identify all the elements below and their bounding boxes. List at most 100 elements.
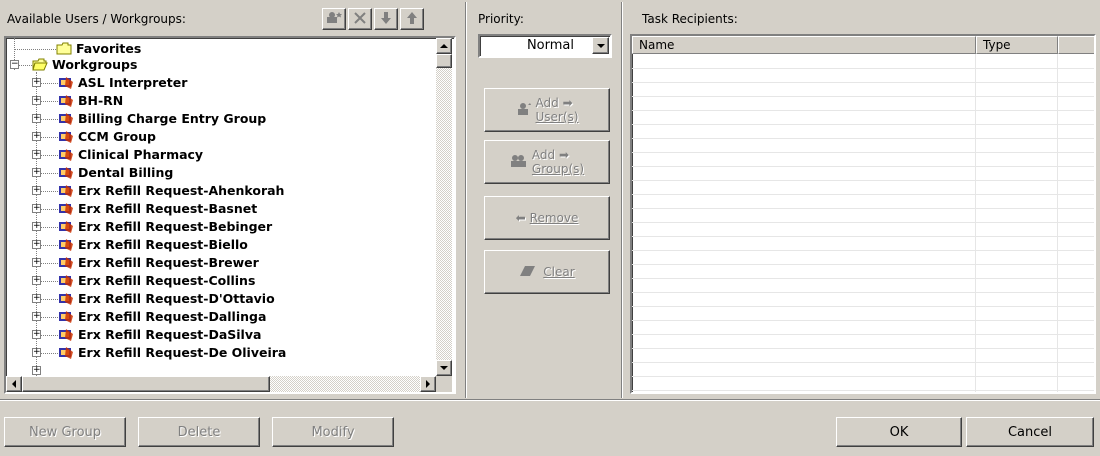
expand-toggle[interactable]: +	[32, 168, 41, 177]
new-user-tool-button[interactable]	[322, 8, 346, 30]
task-recipients-grid[interactable]: Name Type	[630, 34, 1096, 394]
workgroup-icon	[58, 130, 74, 144]
collapse-toggle[interactable]: −	[10, 60, 19, 69]
priority-dropdown-button[interactable]	[592, 37, 609, 54]
tree-item-workgroup[interactable]: Erx Refill Request-Brewer	[78, 254, 259, 272]
column-divider	[1057, 54, 1058, 392]
arrow-down-icon	[380, 11, 392, 28]
tree-item-workgroup[interactable]: Erx Refill Request-Collins	[78, 272, 255, 290]
add-group-line1: Add	[531, 148, 556, 162]
tree-item-workgroups[interactable]: Workgroups	[52, 56, 137, 74]
delete-tool-button[interactable]	[348, 8, 372, 30]
expand-toggle[interactable]: +	[32, 204, 41, 213]
expand-toggle[interactable]: +	[32, 96, 41, 105]
tree-item-workgroup[interactable]: Erx Refill Request-Basnet	[78, 200, 257, 218]
users-workgroups-tree[interactable]: Favorites − Workgroups + ASL Interpreter +…	[4, 36, 456, 394]
tree-item-workgroup[interactable]: Erx Refill Request-Biello	[78, 236, 248, 254]
workgroup-icon	[58, 274, 74, 288]
scroll-right-button[interactable]	[420, 376, 436, 392]
move-up-tool-button[interactable]	[400, 8, 424, 30]
grid-row-line	[632, 138, 1094, 139]
priority-label: Priority:	[478, 12, 524, 26]
tree-item-workgroup[interactable]: Erx Refill Request-Ahenkorah	[78, 182, 284, 200]
grid-row-line	[632, 166, 1094, 167]
expand-toggle[interactable]: +	[32, 150, 41, 159]
column-header-name[interactable]: Name	[632, 36, 976, 54]
expand-toggle[interactable]: +	[32, 330, 41, 339]
delete-button[interactable]: Delete	[138, 417, 260, 447]
arrow-right-icon: ➡	[562, 96, 573, 110]
grid-row-line	[632, 222, 1094, 223]
new-group-button[interactable]: New Group	[4, 417, 126, 447]
remove-button[interactable]: ⬅ Remove	[484, 196, 610, 240]
expand-toggle[interactable]: +	[32, 240, 41, 249]
tree-item-workgroup[interactable]: CCM Group	[78, 128, 156, 146]
workgroup-icon	[58, 346, 74, 360]
tree-connector	[19, 65, 32, 66]
folder-icon	[56, 42, 72, 55]
tree-item-workgroup[interactable]: Erx Refill Request-D'Ottavio	[78, 290, 275, 308]
scroll-down-button[interactable]	[436, 360, 452, 376]
workgroup-icon	[58, 292, 74, 306]
cancel-button[interactable]: Cancel	[966, 417, 1094, 447]
expand-toggle[interactable]: +	[32, 132, 41, 141]
add-group-line2: Group(s)	[531, 162, 585, 176]
workgroup-icon	[58, 94, 74, 108]
scroll-up-button[interactable]	[436, 38, 452, 54]
grid-row-line	[632, 250, 1094, 251]
grid-row-line	[632, 348, 1094, 349]
grid-row-line	[632, 334, 1094, 335]
footer-separator	[0, 399, 1100, 401]
add-group-icon	[510, 154, 528, 171]
modify-button[interactable]: Modify	[272, 417, 394, 447]
open-folder-icon	[32, 58, 48, 71]
arrow-up-icon	[406, 11, 418, 28]
column-header-type[interactable]: Type	[976, 36, 1058, 54]
add-group-button[interactable]: Add ➡ Group(s)	[484, 140, 610, 184]
tree-item-workgroup[interactable]: Billing Charge Entry Group	[78, 110, 266, 128]
add-users-button[interactable]: Add ➡ User(s)	[484, 88, 610, 132]
grid-row-line	[632, 82, 1094, 83]
clear-button[interactable]: Clear	[484, 250, 610, 294]
expand-toggle[interactable]: +	[32, 312, 41, 321]
tree-item-workgroup[interactable]: Clinical Pharmacy	[78, 146, 203, 164]
expand-toggle[interactable]: +	[32, 276, 41, 285]
grid-row-line	[632, 264, 1094, 265]
expand-toggle[interactable]: +	[32, 258, 41, 267]
expand-toggle[interactable]: +	[32, 348, 41, 357]
add-users-label: Add ➡ User(s)	[536, 96, 579, 124]
horizontal-scroll-thumb[interactable]	[22, 376, 270, 392]
expand-toggle[interactable]: +	[32, 222, 41, 231]
add-group-label: Add ➡ Group(s)	[532, 148, 584, 176]
grid-row-line	[632, 152, 1094, 153]
tree-item-workgroup[interactable]: Erx Refill Request-DaSilva	[78, 326, 261, 344]
move-down-tool-button[interactable]	[374, 8, 398, 30]
grid-row-line	[632, 292, 1094, 293]
add-user-icon	[516, 102, 532, 119]
tree-item-workgroup[interactable]: ASL Interpreter	[78, 74, 187, 92]
workgroup-icon	[58, 112, 74, 126]
expand-toggle[interactable]: +	[32, 186, 41, 195]
tree-item-workgroup[interactable]: Dental Billing	[78, 164, 173, 182]
priority-select[interactable]: Normal	[478, 34, 612, 58]
tree-item-workgroup[interactable]: BH-RN	[78, 92, 123, 110]
tree-vertical-scrollbar[interactable]	[436, 38, 452, 376]
scroll-up-arrow-icon	[440, 44, 448, 48]
vertical-scroll-thumb[interactable]	[436, 54, 452, 68]
expand-toggle[interactable]: +	[32, 114, 41, 123]
expand-toggle[interactable]: +	[32, 366, 41, 375]
tree-item-workgroup[interactable]: Erx Refill Request-Dallinga	[78, 308, 266, 326]
expand-toggle[interactable]: +	[32, 294, 41, 303]
grid-row-line	[632, 390, 1094, 391]
workgroup-icon	[58, 202, 74, 216]
panel-separator	[621, 2, 623, 398]
column-header-empty	[1058, 36, 1094, 54]
workgroup-icon	[58, 310, 74, 324]
ok-button[interactable]: OK	[836, 417, 962, 447]
expand-toggle[interactable]: +	[32, 78, 41, 87]
scroll-left-button[interactable]	[6, 376, 22, 392]
tree-connector	[14, 49, 56, 50]
tree-item-workgroup[interactable]: Erx Refill Request-Bebinger	[78, 218, 272, 236]
tree-item-workgroup[interactable]: Erx Refill Request-De Oliveira	[78, 344, 286, 362]
workgroup-icon	[58, 166, 74, 180]
